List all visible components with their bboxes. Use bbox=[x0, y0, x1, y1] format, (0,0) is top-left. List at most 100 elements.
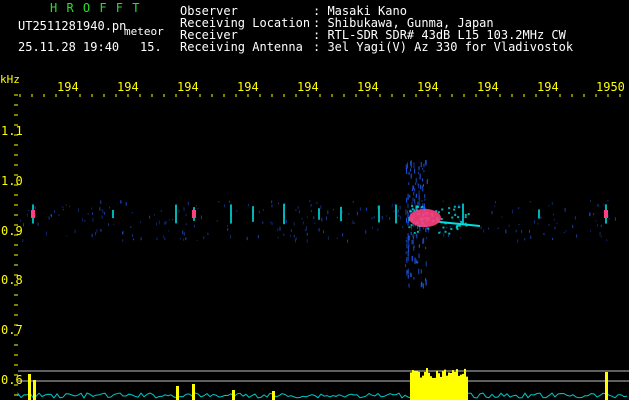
meteor-burst-streak bbox=[417, 171, 419, 175]
noise-speckle bbox=[48, 216, 50, 220]
noise-speckle bbox=[556, 222, 558, 224]
noise-speckle bbox=[207, 232, 209, 236]
meteor-burst-core bbox=[409, 209, 441, 227]
noise-speckle bbox=[537, 222, 539, 225]
meteor-burst-streak bbox=[408, 182, 410, 186]
noise-speckle bbox=[200, 215, 202, 220]
meteor-burst-halo bbox=[453, 208, 456, 211]
noise-speckle bbox=[277, 236, 279, 239]
meteor-burst-streak bbox=[418, 166, 420, 171]
meteor-burst-halo bbox=[454, 214, 457, 217]
noise-speckle bbox=[164, 221, 166, 225]
meteor-burst-streak bbox=[424, 194, 426, 198]
noise-speckle bbox=[419, 200, 421, 203]
noise-speckle bbox=[168, 230, 170, 232]
meteor-burst-halo bbox=[427, 227, 430, 230]
noise-speckle bbox=[606, 239, 608, 242]
noise-speckle bbox=[101, 208, 103, 212]
noise-speckle bbox=[356, 211, 358, 216]
noise-speckle bbox=[508, 224, 510, 228]
meteor-burst-streak bbox=[414, 257, 416, 261]
noise-speckle bbox=[69, 205, 71, 208]
meteor-burst-streak bbox=[425, 160, 427, 166]
noise-speckle bbox=[109, 206, 111, 209]
noise-speckle bbox=[130, 226, 132, 229]
histogram-burst-bar bbox=[458, 375, 460, 400]
noise-speckle bbox=[574, 216, 576, 220]
meteor-burst-halo bbox=[440, 218, 443, 221]
meteor-burst-streak bbox=[407, 197, 409, 200]
noise-speckle bbox=[164, 237, 166, 240]
histogram-burst-bar bbox=[432, 377, 434, 400]
noise-speckle bbox=[34, 206, 36, 210]
meteor-burst-streak bbox=[405, 264, 407, 267]
noise-speckle bbox=[84, 219, 86, 223]
noise-speckle bbox=[285, 221, 287, 224]
meteor-burst-streak bbox=[409, 168, 411, 172]
hrofft-window: H R O F F T UT2511281940.pn meteor 25.11… bbox=[0, 0, 629, 400]
noise-speckle bbox=[316, 202, 318, 204]
noise-speckle bbox=[183, 232, 185, 236]
meteor-burst-streak bbox=[414, 188, 416, 192]
meteor-burst-streak bbox=[411, 239, 413, 245]
meteor-burst-streak bbox=[411, 255, 413, 262]
freq-unit-label: kHz bbox=[0, 73, 20, 86]
histogram-spike bbox=[192, 384, 195, 400]
noise-speckle bbox=[450, 225, 452, 228]
meteor-echo bbox=[175, 204, 177, 224]
time-tick: 1950 bbox=[596, 80, 625, 94]
histogram-burst-bar bbox=[428, 372, 430, 400]
meteor-burst-streak bbox=[421, 283, 423, 288]
noise-speckle bbox=[306, 239, 308, 243]
time-tick: 194 bbox=[117, 80, 139, 94]
meteor-burst-streak bbox=[405, 251, 407, 255]
noise-speckle bbox=[100, 200, 102, 204]
noise-speckle bbox=[414, 234, 416, 237]
meteor-burst-streak bbox=[405, 209, 407, 216]
noise-speckle bbox=[548, 224, 550, 226]
histogram-spike bbox=[605, 372, 608, 400]
meteor-burst-streak bbox=[412, 185, 414, 190]
noise-speckle bbox=[332, 208, 334, 211]
meteor-burst-streak bbox=[412, 234, 414, 238]
noise-speckle bbox=[54, 210, 56, 213]
meteor-echo bbox=[112, 209, 114, 219]
meteor-burst-streak bbox=[423, 163, 425, 168]
noise-speckle bbox=[553, 218, 555, 221]
noise-speckle bbox=[218, 201, 220, 203]
meteor-burst-streak bbox=[407, 203, 409, 209]
meteor-burst-streak bbox=[414, 198, 416, 204]
meteor-burst-streak bbox=[418, 184, 420, 189]
meteor-burst-streak bbox=[426, 179, 428, 184]
noise-speckle bbox=[62, 208, 64, 211]
noise-speckle bbox=[285, 220, 287, 222]
noise-speckle bbox=[295, 209, 297, 211]
histogram-burst-bar bbox=[440, 376, 442, 400]
noise-speckle bbox=[178, 209, 180, 213]
noise-speckle bbox=[446, 226, 448, 229]
noise-speckle bbox=[283, 233, 285, 236]
noise-speckle bbox=[262, 221, 264, 224]
meteor-burst-streak bbox=[422, 238, 424, 245]
time-tick: 194 bbox=[477, 80, 499, 94]
noise-speckle bbox=[172, 218, 174, 221]
noise-speckle bbox=[366, 207, 368, 211]
noise-speckle bbox=[122, 239, 124, 242]
noise-speckle bbox=[552, 213, 554, 216]
histogram-burst-bar bbox=[420, 377, 422, 400]
meteor-echo-core bbox=[192, 210, 196, 218]
noise-speckle bbox=[305, 226, 307, 229]
histogram-burst-bar bbox=[410, 372, 412, 400]
histogram-burst-bar bbox=[414, 370, 416, 400]
noise-speckle bbox=[180, 238, 182, 240]
meteor-burst-streak bbox=[407, 256, 409, 261]
noise-speckle bbox=[58, 214, 60, 216]
noise-speckle bbox=[74, 229, 76, 233]
meteor-echo bbox=[378, 205, 380, 223]
noise-speckle bbox=[196, 239, 198, 241]
noise-speckle bbox=[306, 232, 308, 236]
histogram-burst-bar bbox=[424, 371, 426, 400]
noise-speckle bbox=[91, 233, 93, 238]
noise-speckle bbox=[23, 223, 25, 227]
noise-speckle bbox=[518, 224, 520, 226]
